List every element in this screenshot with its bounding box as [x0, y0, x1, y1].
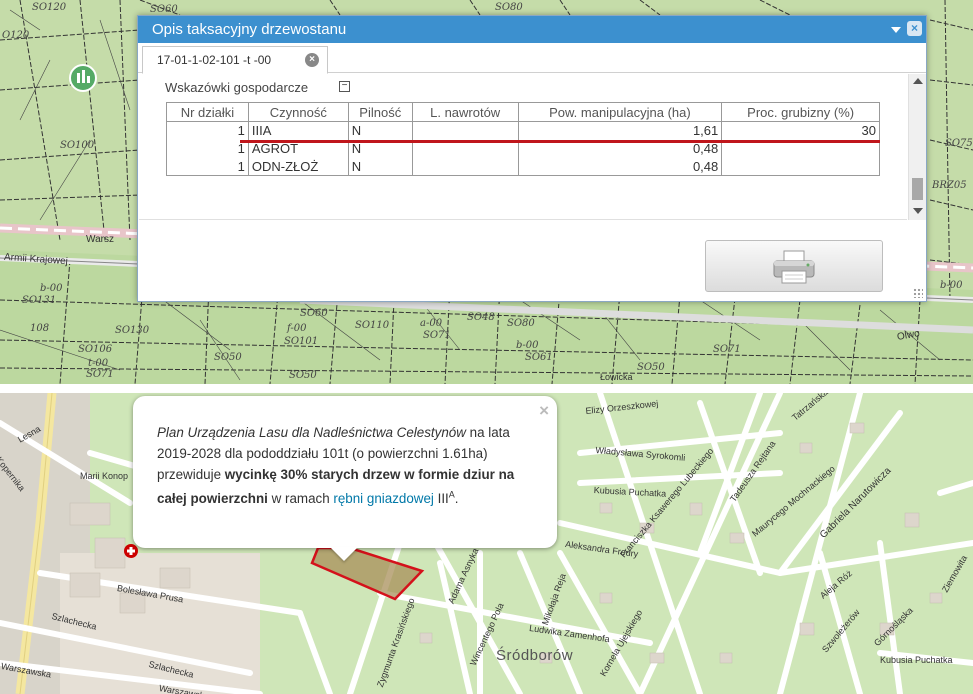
- collapse-icon[interactable]: [891, 26, 901, 33]
- parcel-label: BRZ05: [932, 180, 967, 191]
- image-separator: [0, 384, 973, 393]
- print-button[interactable]: [705, 240, 883, 292]
- parcel-label: SO71: [713, 344, 741, 355]
- parcel-label: 108: [30, 323, 50, 334]
- popup-text: Plan Urządzenia Lasu dla Nadleśnictwa Ce…: [157, 425, 515, 507]
- tab-stand[interactable]: 17-01-1-02-101 -t -00 ×: [142, 46, 328, 74]
- dialog-content: Wskazówki gospodarcze − Nr działki Czynn…: [139, 74, 907, 220]
- parcel-label: SO75: [945, 138, 973, 149]
- parcel-label: f-00: [287, 323, 307, 334]
- road-label: Warsz: [86, 234, 114, 245]
- parcel-label: SO120: [32, 2, 67, 13]
- parcel-label: SO130: [115, 325, 150, 336]
- tab-close-icon[interactable]: ×: [305, 53, 319, 67]
- parcel-label: t-00: [88, 358, 109, 369]
- cell-timber-percent: 30: [721, 121, 880, 140]
- parcel-label: b-00: [516, 340, 539, 351]
- parcel-label: SO60: [300, 308, 328, 319]
- cell-activity: ODN-ZŁOŻ: [247, 157, 349, 176]
- column-header[interactable]: L. nawrotów: [411, 102, 519, 122]
- management-table: Nr działki Czynność Pilność L. nawrotów …: [166, 102, 880, 176]
- cutting-type-link[interactable]: rębni gniazdowej: [333, 491, 434, 506]
- district-label: Śródborów: [496, 647, 574, 664]
- tab-label: 17-01-1-02-101 -t -00: [157, 53, 272, 67]
- column-header[interactable]: Czynność: [247, 102, 349, 122]
- column-header[interactable]: Proc. grubizny (%): [721, 102, 880, 122]
- parcel-label: SO106: [78, 344, 113, 355]
- content-scrollbar[interactable]: [908, 74, 926, 220]
- street-label: Marii Konop: [80, 471, 129, 481]
- parcel-label: SO101: [284, 336, 319, 347]
- close-icon[interactable]: ×: [907, 21, 922, 36]
- table-header-row: Nr działki Czynność Pilność L. nawrotów …: [166, 102, 880, 122]
- dialog-title: Opis taksacyjny drzewostanu: [152, 21, 347, 38]
- road-label: Łowicka: [600, 372, 633, 382]
- resize-grip-icon[interactable]: [913, 288, 923, 298]
- cell-plot-number: 1: [166, 157, 249, 176]
- cell-activity: IIIA: [247, 121, 349, 140]
- parcel-label: SO50: [214, 352, 242, 363]
- parcel-label: SO71: [86, 369, 114, 380]
- cell-timber-percent: [721, 157, 880, 176]
- parcel-label: SO50: [637, 362, 665, 373]
- column-header[interactable]: Nr działki: [166, 102, 249, 122]
- plan-name: Plan Urządzenia Lasu dla Nadleśnictwa Ce…: [157, 425, 466, 440]
- cell-urgency: N: [347, 121, 413, 140]
- cell-area: 1,61: [517, 121, 723, 140]
- parcel-label: SO100: [60, 140, 95, 151]
- parcel-label: SO48: [467, 312, 495, 323]
- scroll-thumb[interactable]: [912, 178, 923, 200]
- parcel-label: b-00: [940, 280, 963, 291]
- section-title: Wskazówki gospodarcze: [165, 80, 309, 95]
- cell-plot-number: 1: [166, 139, 249, 158]
- popup-tip: [330, 547, 358, 561]
- cell-plot-number: 1: [166, 121, 249, 140]
- cell-urgency: N: [347, 157, 413, 176]
- cell-repeats: [411, 121, 519, 140]
- printer-icon: [773, 250, 815, 284]
- parcel-label: SO71: [423, 330, 451, 341]
- highlight-underline: [240, 140, 880, 143]
- parcel-label: SO60: [150, 4, 178, 15]
- table-row[interactable]: 1 IIIA N 1,61 30: [166, 121, 880, 140]
- parcel-label: b-00: [40, 283, 63, 294]
- parcel-label: SO131: [22, 295, 57, 306]
- parcel-label: a-00: [420, 318, 443, 329]
- cell-repeats: [411, 157, 519, 176]
- column-header[interactable]: Pilność: [347, 102, 413, 122]
- scroll-up-arrow-icon[interactable]: [913, 78, 923, 84]
- parcel-label: O120: [2, 30, 30, 41]
- parcel-label: SO80: [507, 318, 535, 329]
- info-popup: × Plan Urządzenia Lasu dla Nadleśnictwa …: [133, 396, 557, 548]
- cell-area: 0,48: [517, 157, 723, 176]
- parcel-label: SO110: [355, 320, 390, 331]
- popup-close-icon[interactable]: ×: [539, 400, 549, 421]
- stand-description-dialog[interactable]: Opis taksacyjny drzewostanu × 17-01-1-02…: [137, 15, 927, 302]
- table-row[interactable]: 1 ODN-ZŁOŻ N 0,48: [166, 157, 880, 176]
- parcel-label: SO61: [525, 352, 553, 363]
- scroll-down-arrow-icon[interactable]: [913, 208, 923, 214]
- parcel-label: SO50: [289, 370, 317, 381]
- parcel-label: SO80: [495, 2, 523, 13]
- tab-bar: 17-01-1-02-101 -t -00 ×: [138, 43, 926, 74]
- column-header[interactable]: Pow. manipulacyjna (ha): [517, 102, 723, 122]
- section-collapse-icon[interactable]: −: [339, 81, 350, 92]
- dialog-header[interactable]: Opis taksacyjny drzewostanu ×: [138, 16, 926, 43]
- street-label: Kubusia Puchatka: [880, 655, 953, 665]
